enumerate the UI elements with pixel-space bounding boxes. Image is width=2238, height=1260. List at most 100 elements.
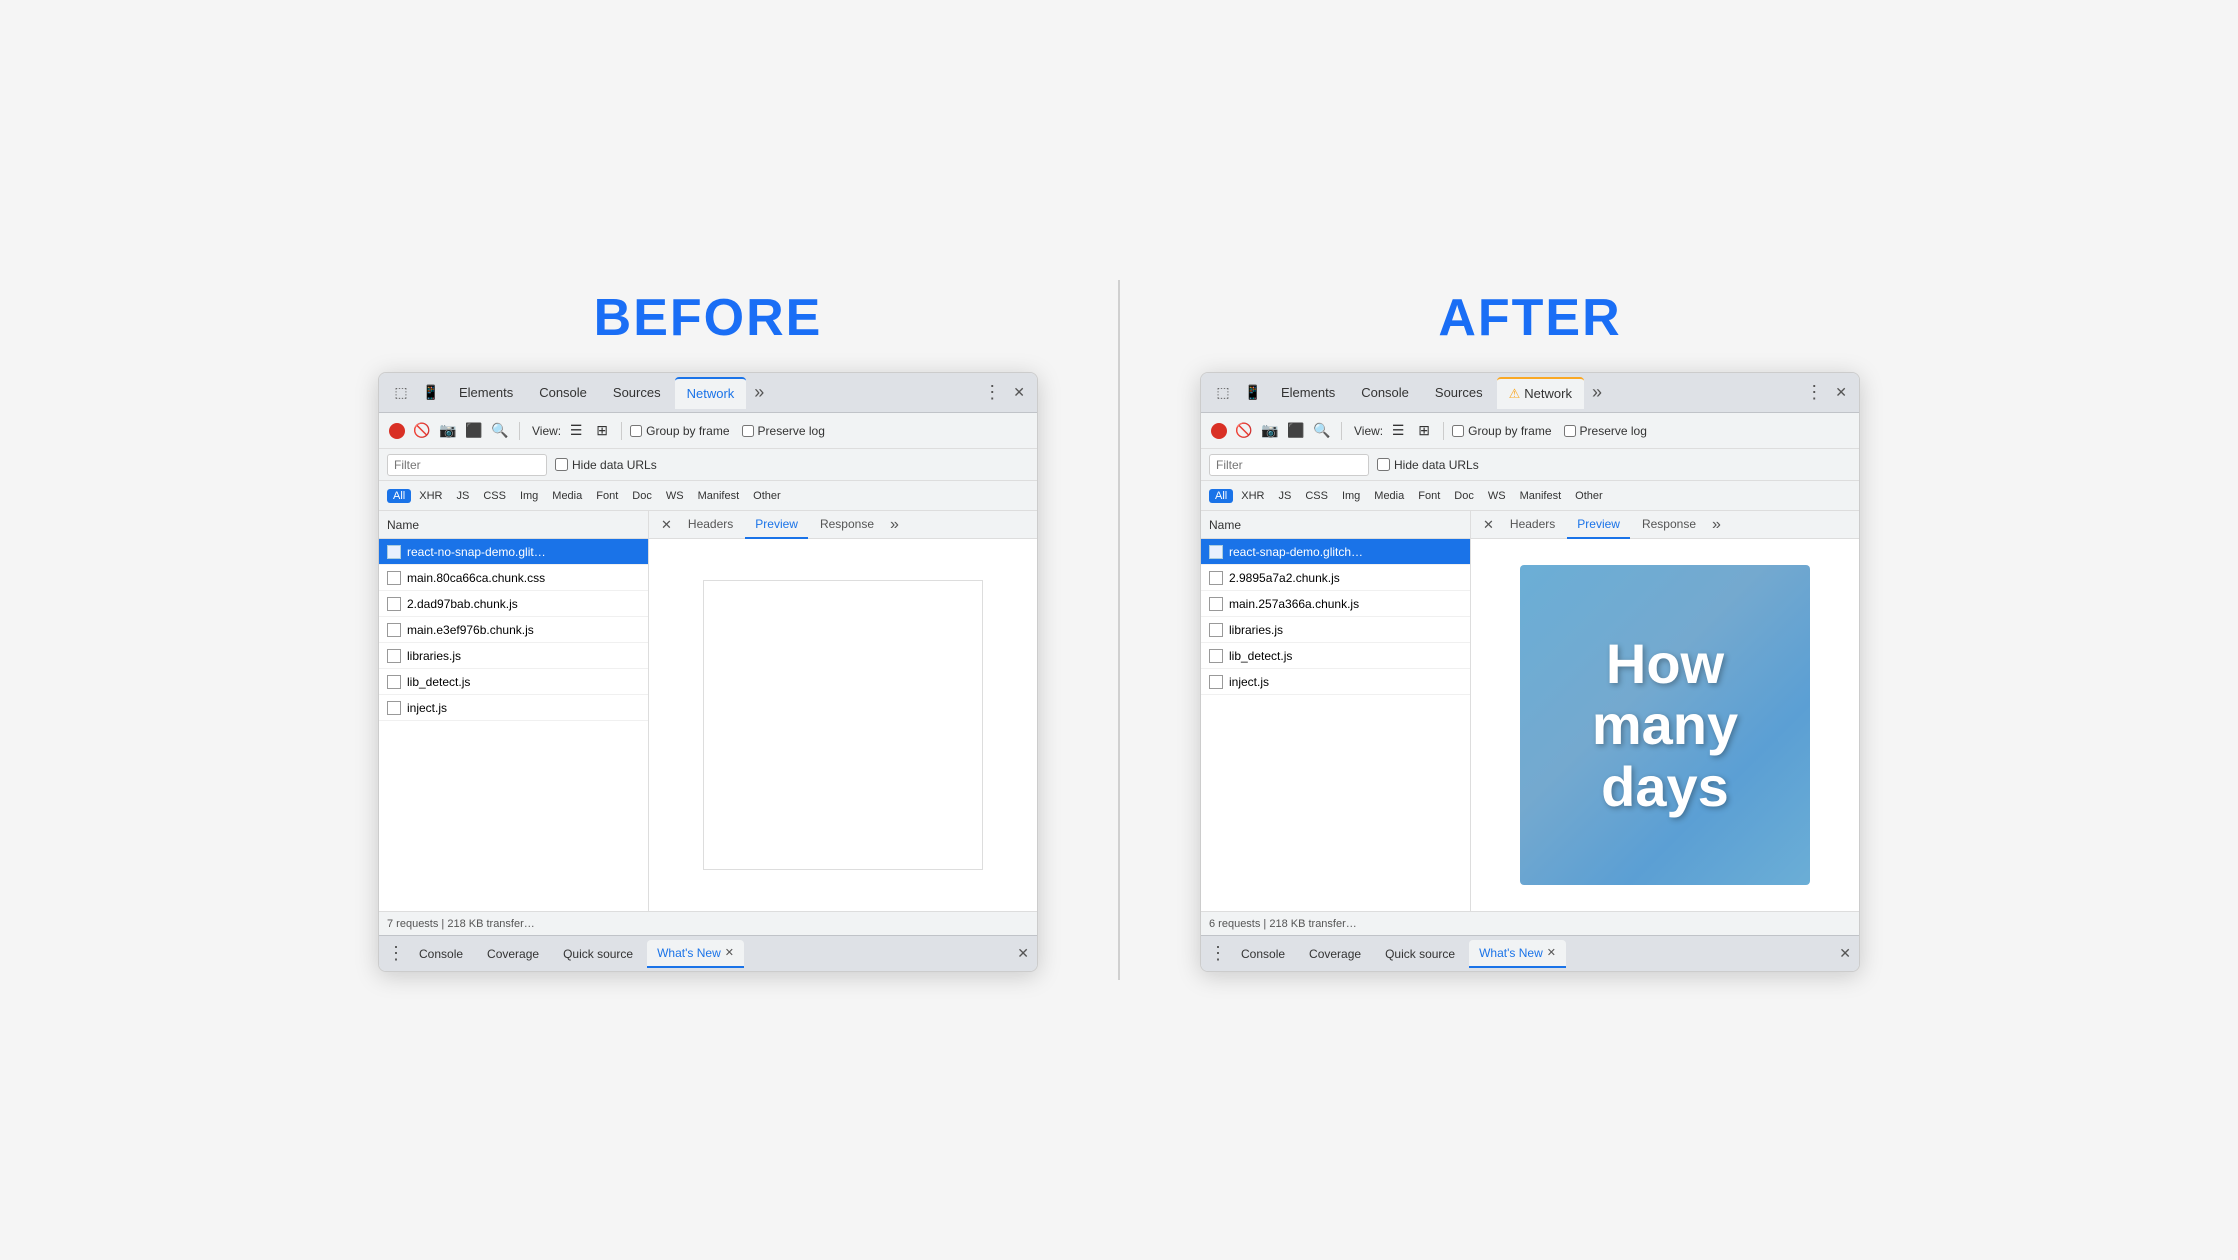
view-list-icon[interactable]: ☰ (565, 420, 587, 442)
after-hide-data-urls-checkbox[interactable] (1377, 458, 1390, 471)
after-view-large-icon[interactable]: ⊞ (1413, 420, 1435, 442)
after-preview-close-icon[interactable]: ✕ (1479, 517, 1498, 533)
after-type-font[interactable]: Font (1412, 489, 1446, 503)
after-preview-tab-response[interactable]: Response (1632, 511, 1706, 539)
after-tab-elements[interactable]: Elements (1269, 377, 1347, 409)
after-group-by-frame-checkbox[interactable] (1452, 425, 1464, 437)
type-xhr[interactable]: XHR (413, 489, 448, 503)
type-css[interactable]: CSS (477, 489, 512, 503)
after-record-button[interactable] (1211, 423, 1227, 439)
type-media[interactable]: Media (546, 489, 588, 503)
after-file-row-4[interactable]: lib_detect.js (1201, 643, 1470, 669)
type-font[interactable]: Font (590, 489, 624, 503)
group-by-frame-group: Group by frame (630, 424, 729, 438)
filter-input[interactable] (387, 454, 547, 476)
drawer-close-icon[interactable]: ✕ (1017, 945, 1029, 962)
after-preview-more-icon[interactable]: » (1708, 516, 1725, 534)
type-manifest[interactable]: Manifest (692, 489, 746, 503)
after-drawer-tab-quick-source[interactable]: Quick source (1375, 940, 1465, 968)
after-type-all[interactable]: All (1209, 489, 1233, 503)
type-img[interactable]: Img (514, 489, 544, 503)
tab-console[interactable]: Console (527, 377, 599, 409)
preview-tab-response[interactable]: Response (810, 511, 884, 539)
drawer-menu-icon[interactable]: ⋮ (387, 943, 405, 964)
settings-icon[interactable]: ⋮ (977, 382, 1007, 403)
after-type-js[interactable]: JS (1272, 489, 1297, 503)
after-type-css[interactable]: CSS (1299, 489, 1334, 503)
after-view-list-icon[interactable]: ☰ (1387, 420, 1409, 442)
file-row-4[interactable]: libraries.js (379, 643, 648, 669)
drawer-tab-console[interactable]: Console (409, 940, 473, 968)
after-type-img[interactable]: Img (1336, 489, 1366, 503)
after-filter-icon[interactable]: ⬛ (1285, 420, 1307, 442)
after-file-row-0[interactable]: react-snap-demo.glitch… (1201, 539, 1470, 565)
after-preview-tab-headers[interactable]: Headers (1500, 511, 1565, 539)
after-file-row-3[interactable]: libraries.js (1201, 617, 1470, 643)
search-button[interactable]: 🔍 (489, 420, 511, 442)
after-drawer-close-icon[interactable]: ✕ (1839, 945, 1851, 962)
after-search-button[interactable]: 🔍 (1311, 420, 1333, 442)
after-type-ws[interactable]: WS (1482, 489, 1512, 503)
preview-tab-preview[interactable]: Preview (745, 511, 808, 539)
after-settings-icon[interactable]: ⋮ (1799, 382, 1829, 403)
type-ws[interactable]: WS (660, 489, 690, 503)
after-tab-network[interactable]: ⚠ Network (1497, 377, 1584, 409)
after-preserve-log-checkbox[interactable] (1564, 425, 1576, 437)
cursor-icon[interactable]: ⬚ (387, 379, 415, 407)
preview-more-icon[interactable]: » (886, 516, 903, 534)
after-type-manifest[interactable]: Manifest (1514, 489, 1568, 503)
clear-button[interactable]: 🚫 (411, 420, 433, 442)
after-device-icon[interactable]: 📱 (1239, 379, 1267, 407)
type-doc[interactable]: Doc (626, 489, 658, 503)
drawer-tab-coverage[interactable]: Coverage (477, 940, 549, 968)
drawer-tab-quick-source[interactable]: Quick source (553, 940, 643, 968)
file-row-6[interactable]: inject.js (379, 695, 648, 721)
device-icon[interactable]: 📱 (417, 379, 445, 407)
record-button[interactable] (389, 423, 405, 439)
tab-network[interactable]: Network (675, 377, 747, 409)
view-large-icon[interactable]: ⊞ (591, 420, 613, 442)
file-row-2[interactable]: 2.dad97bab.chunk.js (379, 591, 648, 617)
after-file-row-5[interactable]: inject.js (1201, 669, 1470, 695)
after-drawer-whats-new-close-icon[interactable]: ✕ (1547, 946, 1556, 959)
type-other[interactable]: Other (747, 489, 787, 503)
tab-sources[interactable]: Sources (601, 377, 673, 409)
after-drawer-tab-console[interactable]: Console (1231, 940, 1295, 968)
group-by-frame-checkbox[interactable] (630, 425, 642, 437)
type-js[interactable]: JS (450, 489, 475, 503)
after-type-doc[interactable]: Doc (1448, 489, 1480, 503)
after-more-tabs-icon[interactable]: » (1586, 382, 1608, 403)
preview-tab-headers[interactable]: Headers (678, 511, 743, 539)
preview-close-icon[interactable]: ✕ (657, 517, 676, 533)
after-drawer-tab-whats-new[interactable]: What's New ✕ (1469, 940, 1566, 968)
after-type-media[interactable]: Media (1368, 489, 1410, 503)
after-cursor-icon[interactable]: ⬚ (1209, 379, 1237, 407)
after-clear-button[interactable]: 🚫 (1233, 420, 1255, 442)
drawer-tab-whats-new[interactable]: What's New ✕ (647, 940, 744, 968)
after-drawer-menu-icon[interactable]: ⋮ (1209, 943, 1227, 964)
after-filter-input[interactable] (1209, 454, 1369, 476)
filter-icon[interactable]: ⬛ (463, 420, 485, 442)
after-tab-sources[interactable]: Sources (1423, 377, 1495, 409)
type-all[interactable]: All (387, 489, 411, 503)
hide-data-urls-checkbox[interactable] (555, 458, 568, 471)
after-drawer-tab-coverage[interactable]: Coverage (1299, 940, 1371, 968)
after-file-row-1[interactable]: 2.9895a7a2.chunk.js (1201, 565, 1470, 591)
drawer-whats-new-close-icon[interactable]: ✕ (725, 946, 734, 959)
camera-button[interactable]: 📷 (437, 420, 459, 442)
preserve-log-checkbox[interactable] (742, 425, 754, 437)
file-row-0[interactable]: react-no-snap-demo.glit… (379, 539, 648, 565)
file-row-5[interactable]: lib_detect.js (379, 669, 648, 695)
after-type-other[interactable]: Other (1569, 489, 1609, 503)
after-camera-button[interactable]: 📷 (1259, 420, 1281, 442)
after-file-row-2[interactable]: main.257a366a.chunk.js (1201, 591, 1470, 617)
file-row-1[interactable]: main.80ca66ca.chunk.css (379, 565, 648, 591)
after-tab-console[interactable]: Console (1349, 377, 1421, 409)
close-devtools-icon[interactable]: ✕ (1009, 384, 1029, 401)
after-preview-tab-preview[interactable]: Preview (1567, 511, 1630, 539)
after-close-devtools-icon[interactable]: ✕ (1831, 384, 1851, 401)
after-type-xhr[interactable]: XHR (1235, 489, 1270, 503)
tab-elements[interactable]: Elements (447, 377, 525, 409)
more-tabs-icon[interactable]: » (748, 382, 770, 403)
file-row-3[interactable]: main.e3ef976b.chunk.js (379, 617, 648, 643)
